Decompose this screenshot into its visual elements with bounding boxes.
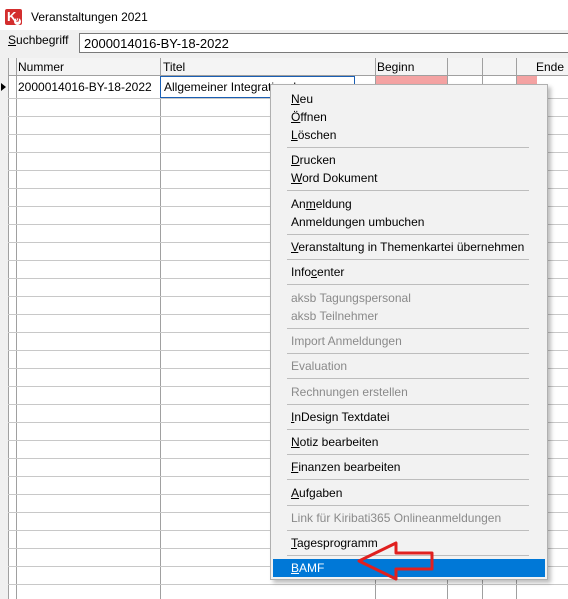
menu-item-kiribati365-link: Link für Kiribati365 Onlineanmeldungen [291, 511, 502, 525]
menu-item-indesign-textdatei[interactable]: InDesign Textdatei [291, 410, 390, 424]
menu-item-notiz-bearbeiten[interactable]: Notiz bearbeiten [291, 435, 378, 449]
search-label: Suchbegriff [8, 33, 69, 47]
menu-item-word-dokument[interactable]: Word Dokument [291, 171, 377, 185]
app-icon: K9 [5, 9, 22, 25]
menu-item-bamf[interactable]: BAMF [291, 561, 324, 575]
column-header-ende[interactable]: Ende [536, 60, 564, 74]
menu-separator [287, 234, 529, 235]
search-row: Suchbegriff [0, 30, 568, 58]
column-header-beginn[interactable]: Beginn [377, 60, 414, 74]
search-input[interactable] [79, 33, 568, 53]
table-cell-nummer[interactable]: 2000014016-BY-18-2022 [18, 80, 158, 94]
menu-item-finanzen-bearbeiten[interactable]: Finanzen bearbeiten [291, 460, 400, 474]
menu-item-anmeldungen-umbuchen[interactable]: Anmeldungen umbuchen [291, 215, 424, 229]
menu-item-evaluation: Evaluation [291, 359, 348, 373]
menu-separator [287, 259, 529, 260]
context-menu: Neu Öffnen Löschen Drucken Word Dokument… [270, 84, 548, 580]
column-header-titel[interactable]: Titel [163, 60, 185, 74]
menu-separator [287, 454, 529, 455]
menu-separator [287, 328, 529, 329]
menu-item-aksb-teilnehmer: aksb Teilnehmer [291, 309, 379, 323]
menu-separator [287, 429, 529, 430]
menu-item-aksb-tagungspersonal: aksb Tagungspersonal [291, 291, 411, 305]
menu-item-rechnungen-erstellen: Rechnungen erstellen [291, 385, 408, 399]
window-title: Veranstaltungen 2021 [31, 10, 148, 24]
menu-separator [287, 190, 529, 191]
menu-item-oeffnen[interactable]: Öffnen [291, 110, 327, 124]
row-header-column [0, 58, 9, 599]
menu-separator [287, 353, 529, 354]
red-arrow-annotation-icon [357, 541, 434, 581]
column-header-nummer[interactable]: Nummer [18, 60, 64, 74]
menu-item-infocenter[interactable]: Infocenter [291, 265, 344, 279]
menu-separator [287, 530, 529, 531]
menu-item-aufgaben[interactable]: Aufgaben [291, 486, 342, 500]
menu-item-drucken[interactable]: Drucken [291, 153, 336, 167]
menu-separator [287, 378, 529, 379]
title-bar: K9 Veranstaltungen 2021 [0, 0, 568, 30]
menu-separator [287, 479, 529, 480]
menu-item-loeschen[interactable]: Löschen [291, 128, 336, 142]
menu-item-import-anmeldungen: Import Anmeldungen [291, 334, 402, 348]
menu-item-themenkartei[interactable]: Veranstaltung in Themenkartei übernehmen [291, 240, 524, 254]
menu-item-anmeldung[interactable]: Anmeldung [291, 197, 352, 211]
menu-item-neu[interactable]: Neu [291, 92, 313, 106]
menu-separator [287, 404, 529, 405]
menu-separator [287, 284, 529, 285]
menu-separator [287, 147, 529, 148]
menu-separator [287, 505, 529, 506]
current-row-indicator-icon [1, 83, 6, 91]
